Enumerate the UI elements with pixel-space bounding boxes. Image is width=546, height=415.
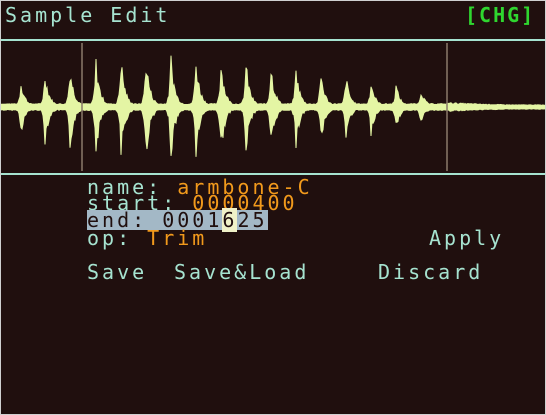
apply-button[interactable]: Apply [429,228,504,248]
edit-cursor: 6 [222,208,238,232]
op-value: Trim [147,226,208,250]
save-button[interactable]: Save [87,262,147,282]
header-divider [1,39,545,41]
screen-title: Sample Edit [5,3,171,27]
end-value-suffix: 25 [237,208,268,232]
sample-edit-screen: Sample Edit [CHG] name: armbone-C start:… [0,0,546,415]
waveform-view[interactable] [1,43,545,173]
op-field[interactable]: op: Trim [87,228,207,248]
discard-button[interactable]: Discard [378,262,483,282]
op-label: op: [87,226,133,250]
save-and-load-button[interactable]: Save&Load [174,262,309,282]
changed-indicator: [CHG] [465,3,536,27]
